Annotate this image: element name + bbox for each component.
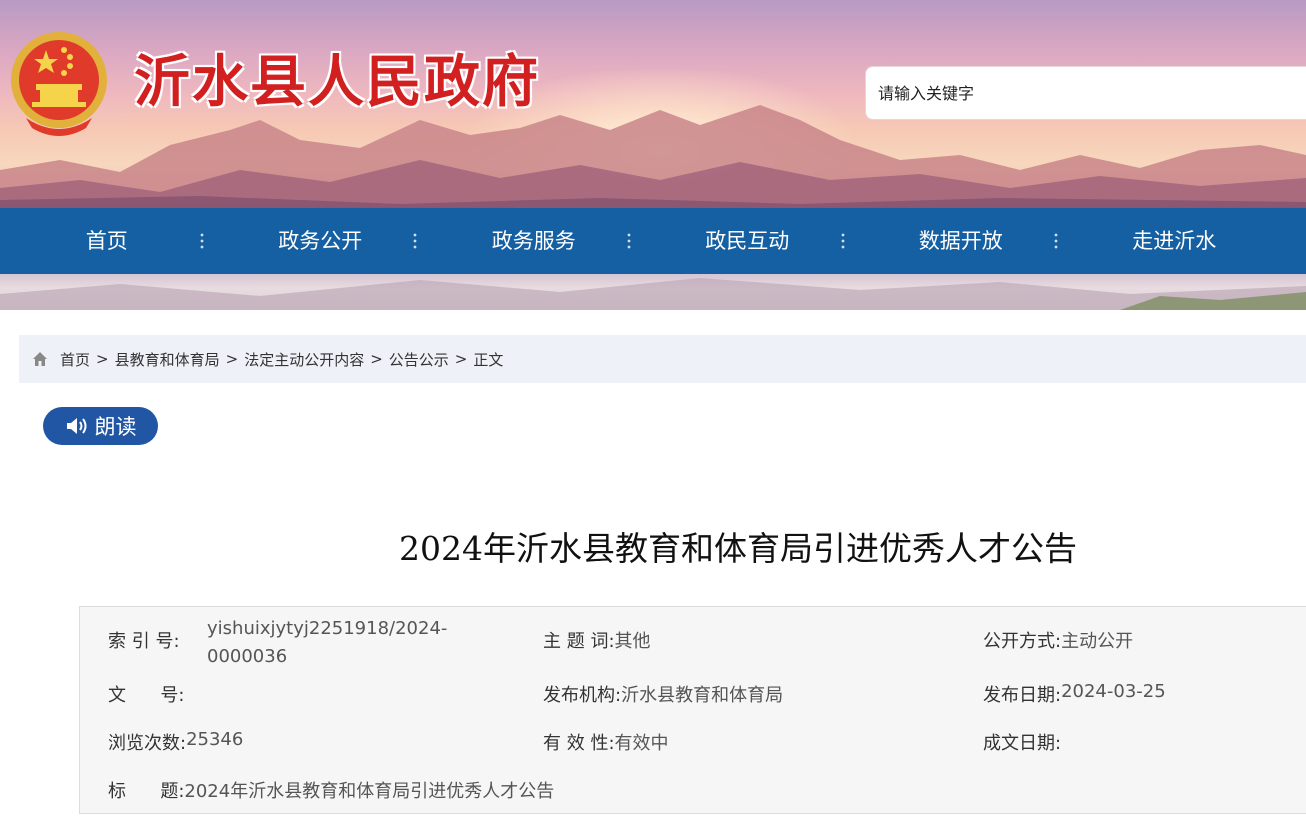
nav-separator — [413, 232, 417, 250]
breadcrumb-home[interactable]: 首页 — [60, 349, 90, 370]
meta-subject-value: 其他 — [614, 631, 651, 652]
nav-item-home[interactable]: 首页 — [0, 208, 214, 274]
meta-views-value: 25346 — [186, 729, 244, 750]
document-meta-table: 索 引 号: yishuixjytyj2251918/2024- 0000036… — [79, 606, 1306, 814]
meta-doc-no: 文 号: — [108, 681, 184, 707]
meta-doc-no-label: 文 号: — [108, 685, 185, 706]
meta-publish-date: 发布日期: 2024-03-25 — [983, 681, 1166, 707]
breadcrumb-separator: > — [225, 350, 239, 368]
meta-index-no-value-line1: yishuixjytyj2251918/2024- — [207, 618, 448, 639]
nav-separator — [1054, 232, 1058, 250]
meta-written-date: 成文日期: — [983, 729, 1061, 755]
read-aloud-label: 朗读 — [94, 415, 137, 439]
meta-disclosure-value: 主动公开 — [1061, 631, 1134, 652]
search-box[interactable] — [865, 66, 1306, 120]
meta-disclosure: 公开方式: 主动公开 — [983, 627, 1133, 653]
nav-item-open-data[interactable]: 数据开放 — [854, 208, 1068, 274]
meta-title: 标 题: 2024年沂水县教育和体育局引进优秀人才公告 — [108, 777, 554, 803]
meta-title-value: 2024年沂水县教育和体育局引进优秀人才公告 — [184, 781, 555, 802]
article-title: 2024年沂水县教育和体育局引进优秀人才公告 — [399, 529, 1077, 568]
nav-item-interaction[interactable]: 政民互动 — [641, 208, 855, 274]
meta-publisher-label: 发布机构: — [543, 685, 622, 706]
meta-subject-label: 主 题 词: — [543, 631, 615, 652]
breadcrumb: 首页 > 县教育和体育局 > 法定主动公开内容 > 公告公示 > 正文 — [19, 335, 1306, 383]
meta-written-date-label: 成文日期: — [983, 733, 1062, 754]
meta-publisher-value: 沂水县教育和体育局 — [621, 685, 784, 706]
breadcrumb-current: 正文 — [473, 350, 504, 369]
meta-subject: 主 题 词: 其他 — [543, 627, 651, 653]
landscape-strip-graphic — [0, 278, 1306, 310]
meta-publish-date-value: 2024-03-25 — [1061, 681, 1166, 702]
national-emblem-icon — [11, 32, 107, 136]
speaker-icon — [66, 418, 86, 434]
breadcrumb-separator: > — [454, 350, 468, 368]
meta-views: 浏览次数: 25346 — [108, 729, 243, 755]
search-input[interactable] — [878, 78, 1278, 108]
meta-publish-date-label: 发布日期: — [983, 685, 1062, 706]
meta-publisher: 发布机构: 沂水县教育和体育局 — [543, 681, 783, 707]
nav-item-gov-services[interactable]: 政务服务 — [427, 208, 641, 274]
breadcrumb-announcements[interactable]: 公告公示 — [389, 349, 449, 370]
breadcrumb-statutory-disclosure[interactable]: 法定主动公开内容 — [244, 349, 364, 370]
nav-item-gov-affairs-open[interactable]: 政务公开 — [214, 208, 428, 274]
nav-item-about-yishui[interactable]: 走进沂水 — [1068, 208, 1282, 274]
meta-validity-label: 有 效 性: — [543, 733, 615, 754]
breadcrumb-separator: > — [370, 350, 383, 368]
meta-validity-value: 有效中 — [614, 733, 669, 754]
site-title[interactable]: 沂水县人民政府 — [134, 48, 540, 118]
meta-index-no-value: yishuixjytyj2251918/2024- 0000036 — [207, 615, 447, 671]
breadcrumb-separator: > — [96, 350, 109, 368]
read-aloud-button[interactable]: 朗读 — [43, 407, 158, 445]
nav-separator — [627, 232, 631, 250]
nav-separator — [200, 232, 204, 250]
meta-title-label: 标 题: — [108, 781, 185, 802]
home-icon[interactable] — [31, 350, 49, 368]
meta-disclosure-label: 公开方式: — [983, 631, 1062, 652]
main-nav: 首页 政务公开 政务服务 政民互动 数据开放 走进沂水 — [0, 208, 1306, 274]
header-banner: 沂水县人民政府 — [0, 0, 1306, 210]
meta-index-no: 索 引 号: — [108, 627, 180, 653]
decorative-landscape-strip — [0, 274, 1306, 310]
meta-validity: 有 效 性: 有效中 — [543, 729, 669, 755]
nav-separator — [841, 232, 845, 250]
meta-index-no-label: 索 引 号: — [108, 631, 180, 652]
meta-views-label: 浏览次数: — [108, 733, 187, 754]
breadcrumb-education-bureau[interactable]: 县教育和体育局 — [115, 349, 220, 370]
meta-index-no-value-line2: 0000036 — [207, 646, 288, 667]
